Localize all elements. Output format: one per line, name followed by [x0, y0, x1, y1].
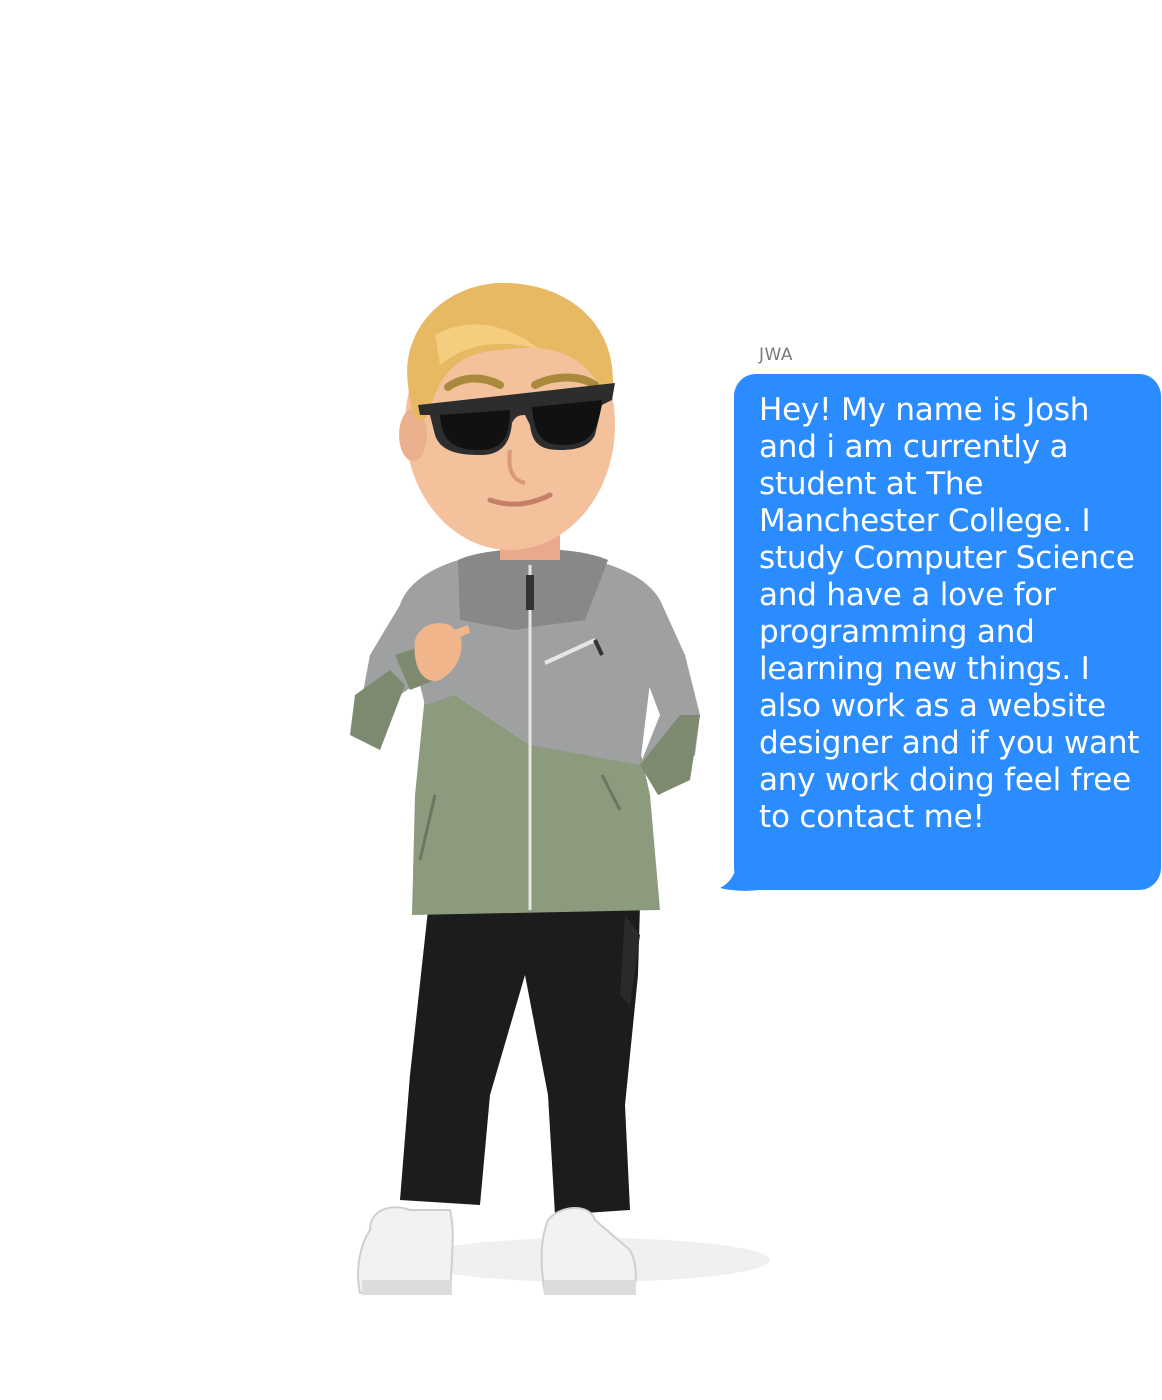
sender-name: JWA [759, 345, 794, 365]
page: JWA Hey! My name is Josh and i am curren… [0, 0, 1162, 1400]
message-bubble: Hey! My name is Josh and i am currently … [734, 374, 1161, 890]
message-text: Hey! My name is Josh and i am currently … [759, 392, 1140, 835]
avatar-illustration-icon [350, 282, 770, 1295]
avatar [340, 275, 780, 1315]
